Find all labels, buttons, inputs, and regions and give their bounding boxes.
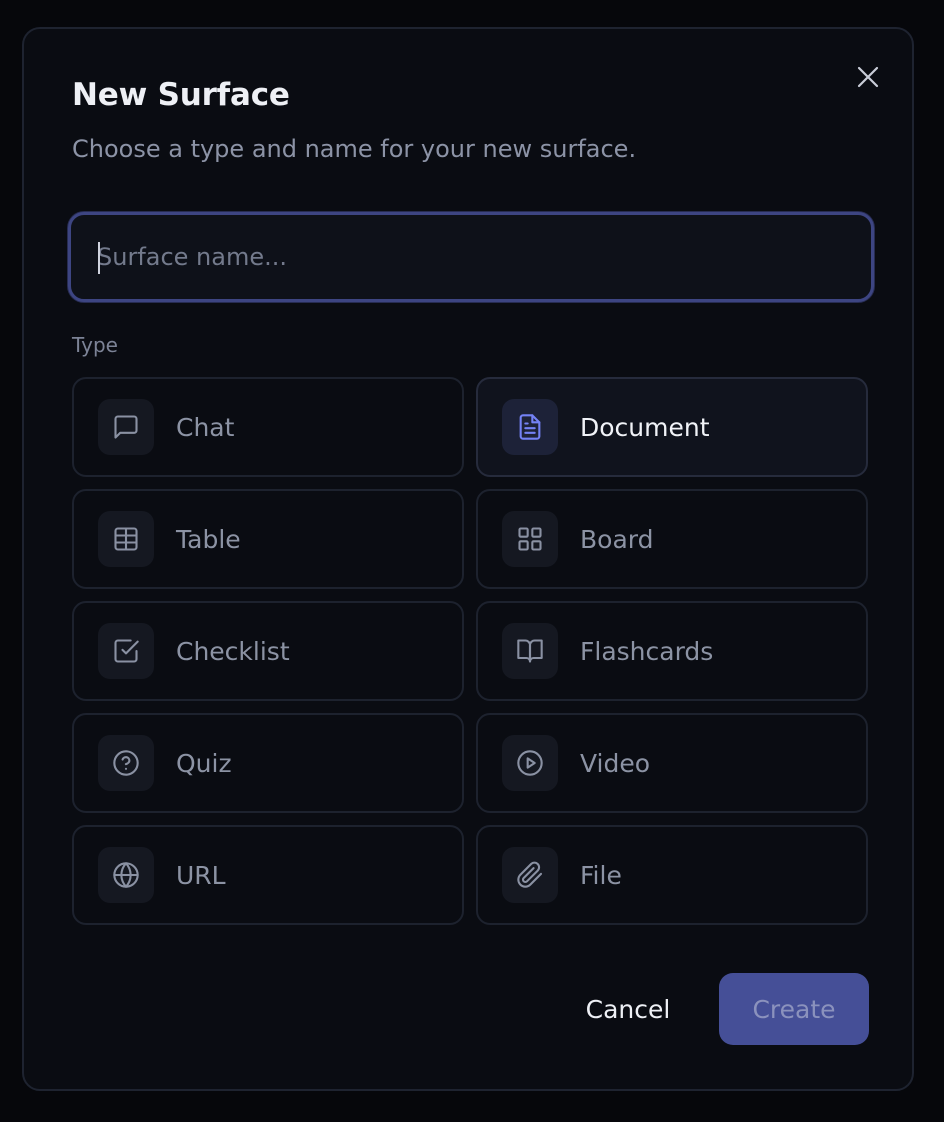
type-option-flashcards[interactable]: Flashcards (476, 601, 868, 701)
book-open-icon (517, 639, 543, 663)
type-option-label: File (580, 860, 622, 890)
close-icon (857, 66, 879, 88)
type-option-label: Quiz (176, 748, 232, 778)
dialog-title: New Surface (72, 77, 290, 113)
close-button[interactable] (850, 59, 886, 95)
new-surface-dialog: New Surface Choose a type and name for y… (22, 27, 914, 1091)
type-option-label: Table (176, 524, 241, 554)
type-option-label: Flashcards (580, 636, 714, 666)
type-option-file[interactable]: File (476, 825, 868, 925)
cancel-button[interactable]: Cancel (580, 973, 676, 1045)
type-section-label: Type (72, 333, 118, 357)
type-option-label: Checklist (176, 636, 290, 666)
file-text-icon (519, 414, 541, 440)
type-option-label: Chat (176, 412, 235, 442)
type-option-chat[interactable]: Chat (72, 377, 464, 477)
type-option-table[interactable]: Table (72, 489, 464, 589)
type-option-label: Video (580, 748, 651, 778)
type-option-board[interactable]: Board (476, 489, 868, 589)
paperclip-icon (517, 861, 543, 888)
type-option-video[interactable]: Video (476, 713, 868, 813)
type-option-grid: Chat Document Table Board Checklist Flas… (72, 377, 868, 925)
type-option-quiz[interactable]: Quiz (72, 713, 464, 813)
surface-name-field (68, 212, 874, 302)
create-button[interactable]: Create (719, 973, 869, 1045)
dialog-subtitle: Choose a type and name for your new surf… (72, 135, 637, 163)
table-icon (114, 527, 138, 551)
message-square-icon (114, 415, 138, 439)
surface-name-input[interactable] (97, 215, 857, 299)
globe-icon (113, 862, 139, 888)
text-caret (98, 242, 100, 274)
check-square-icon (114, 639, 139, 663)
type-option-document[interactable]: Document (476, 377, 868, 477)
type-option-label: Document (580, 412, 710, 442)
type-option-checklist[interactable]: Checklist (72, 601, 464, 701)
grid-icon (518, 527, 542, 551)
play-circle-icon (517, 750, 543, 776)
type-option-label: URL (176, 860, 226, 890)
help-circle-icon (113, 750, 139, 776)
type-option-url[interactable]: URL (72, 825, 464, 925)
type-option-label: Board (580, 524, 654, 554)
